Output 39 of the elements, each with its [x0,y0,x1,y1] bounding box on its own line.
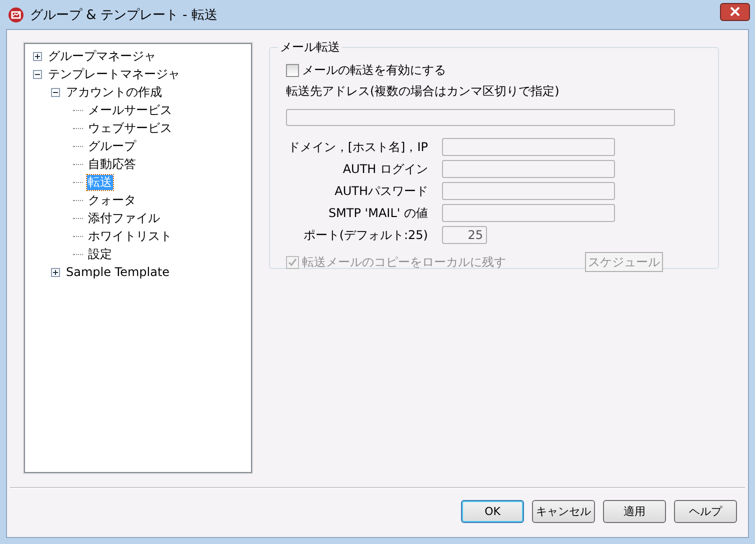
window-title: グループ & テンプレート - 転送 [30,6,218,24]
field-label: ポート(デフォルト:25) [302,227,429,244]
field-label: AUTHパスワード [334,183,429,200]
close-icon [730,7,740,16]
tree-item[interactable]: ホワイトリスト [87,228,173,244]
tree-item[interactable]: 設定 [87,246,113,262]
expander-icon[interactable] [33,70,42,78]
tree-item[interactable]: グループマネージャ [47,48,157,64]
group-title: メール転送 [278,39,342,56]
checkbox[interactable] [286,64,299,76]
input-field[interactable] [442,204,615,222]
field-label: ドメイン，[ホスト名]，IP [286,139,429,156]
field-label: AUTH ログイン [342,161,429,178]
dialog-button[interactable]: 適用 [603,500,666,523]
tree-item[interactable]: クォータ [87,192,137,208]
input-field[interactable] [442,160,615,178]
tree-item[interactable]: ウェブサービス [87,120,173,136]
app-icon [8,6,24,22]
tree-item[interactable]: アカウントの作成 [65,84,163,100]
field-label: 転送先アドレス(複数の場合はカンマ区切りで指定) [286,83,560,99]
tree-item[interactable]: Sample Template [65,264,171,280]
close-button[interactable] [720,2,750,20]
input-field[interactable] [442,138,615,156]
field-label: SMTP 'MAIL' の値 [327,205,429,222]
tree-item[interactable]: テンプレートマネージャ [47,66,181,82]
dialog-button[interactable]: OK [461,500,524,523]
checkbox-label: メールの転送を有効にする [302,62,446,78]
tree-item[interactable]: メールサービス [87,102,173,118]
expander-icon[interactable] [51,268,60,276]
dialog-button[interactable]: ヘルプ [674,500,737,523]
input-field[interactable] [442,182,615,200]
address-field[interactable] [286,109,675,126]
tree-item[interactable]: 自動応答 [87,156,137,172]
checkbox-label: 転送メールのコピーをローカルに残す [302,254,506,270]
dialog-button[interactable]: キャンセル [532,500,595,523]
expander-icon[interactable] [51,88,60,96]
tree-item[interactable]: 添付ファイル [87,210,161,226]
tree-item[interactable]: グループ [87,138,137,154]
expander-icon[interactable] [33,52,42,60]
